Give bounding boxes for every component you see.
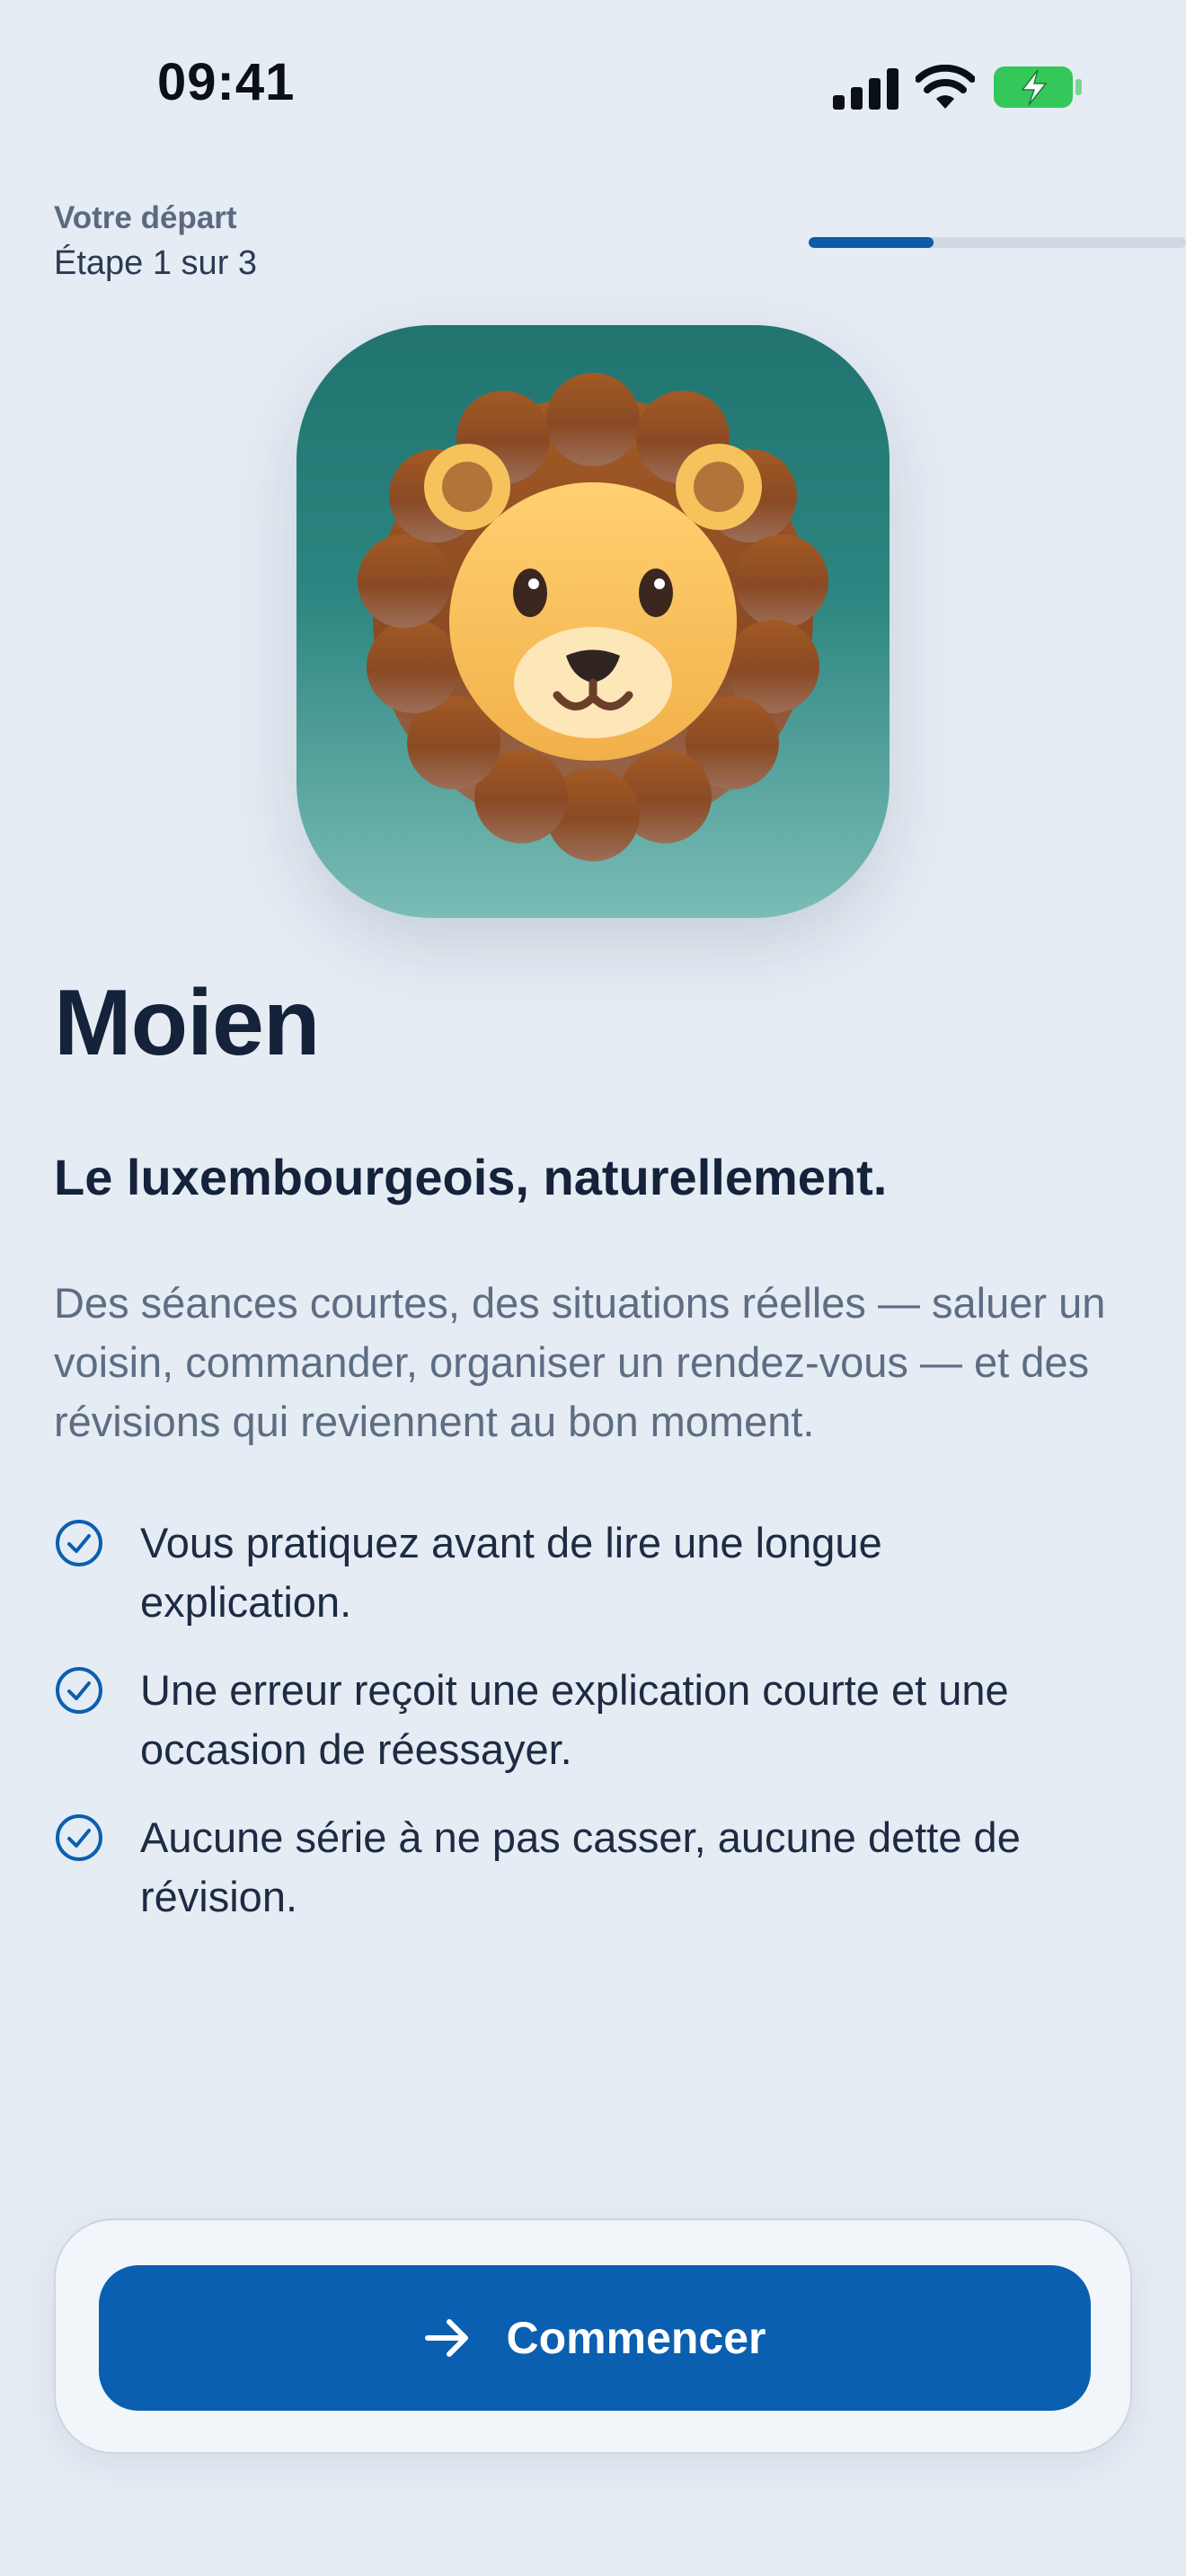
start-button[interactable]: Commencer [99, 2265, 1091, 2411]
status-time: 09:41 [157, 53, 296, 111]
arrow-right-icon [424, 2319, 468, 2357]
feature-text: Vous pratiquez avant de lire une longue … [140, 1519, 882, 1626]
check-circle-icon [56, 1667, 102, 1714]
progress-header: Votre départ Étape 1 sur 3 [54, 196, 1186, 295]
feature-text: Une erreur reçoit une explication courte… [140, 1666, 1009, 1773]
lion-app-icon [296, 325, 890, 918]
feature-item: Vous pratiquez avant de lire une longue … [54, 1513, 1132, 1632]
check-circle-icon [56, 1520, 102, 1566]
signal-icon [833, 68, 898, 110]
progress-bar-fill [809, 237, 934, 248]
wifi-icon [916, 65, 975, 109]
feature-item: Aucune série à ne pas casser, aucune det… [54, 1808, 1132, 1927]
progress-title: Votre départ [54, 200, 237, 235]
status-bar: 09:41 [0, 0, 1186, 171]
page-title: Moien [54, 971, 320, 1075]
feature-item: Une erreur reçoit une explication courte… [54, 1661, 1132, 1779]
page-description: Des séances courtes, des situations réel… [54, 1279, 1106, 1445]
feature-list: Vous pratiquez avant de lire une longue … [54, 1513, 1132, 1955]
feature-text: Aucune série à ne pas casser, aucune det… [140, 1813, 1021, 1920]
progress-bar [809, 237, 1186, 248]
start-button-label: Commencer [506, 2313, 766, 2363]
page-subtitle: Le luxembourgeois, naturellement. [54, 1149, 888, 1205]
check-circle-icon [56, 1814, 102, 1861]
battery-charging-icon [994, 66, 1082, 108]
cta-container: Commencer [54, 2219, 1132, 2454]
